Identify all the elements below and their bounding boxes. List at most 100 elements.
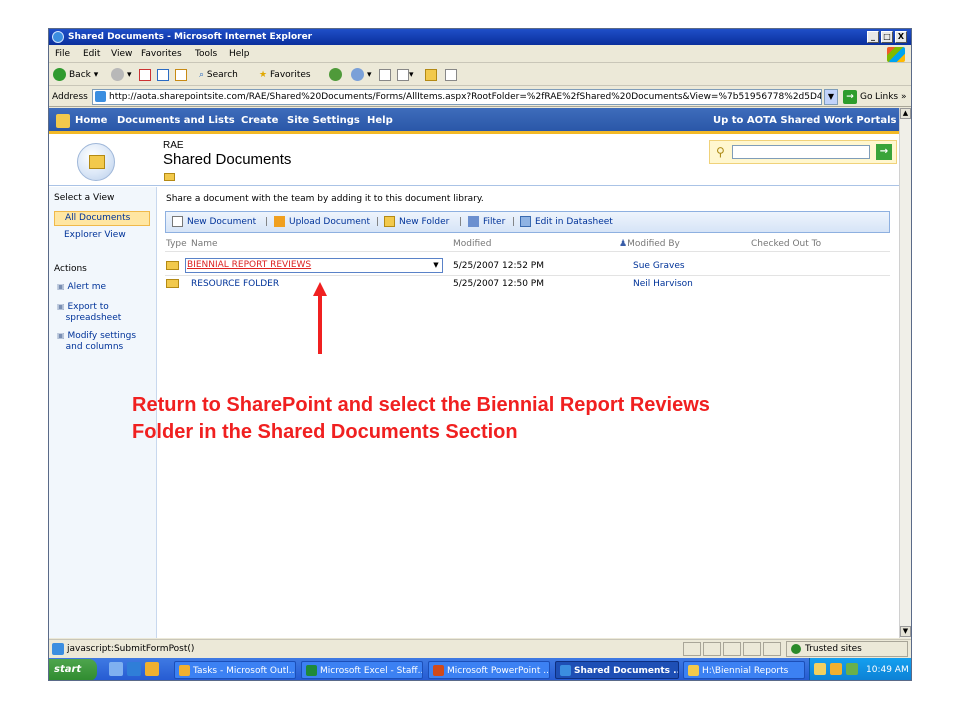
star-icon: ★ <box>259 70 268 80</box>
address-url: http://aota.sharepointsite.com/RAE/Share… <box>109 92 822 102</box>
folder-link-biennial-report-reviews[interactable]: BIENNIAL REPORT REVIEWS <box>187 260 311 271</box>
edit-in-datasheet-button[interactable]: Edit in Datasheet <box>520 212 613 232</box>
search-box: ⚲ → <box>709 140 897 164</box>
upload-document-button[interactable]: Upload Document <box>274 212 370 232</box>
folder-button[interactable] <box>425 64 437 86</box>
clock: 10:49 AM <box>866 665 909 675</box>
address-input[interactable]: http://aota.sharepointsite.com/RAE/Share… <box>92 89 822 105</box>
menu-help[interactable]: Help <box>229 46 250 63</box>
close-button[interactable]: X <box>895 31 907 43</box>
action-alert-me[interactable]: ▣ Alert me <box>57 281 106 293</box>
home-button[interactable] <box>175 64 187 86</box>
back-button[interactable]: Back ▾ <box>53 64 98 86</box>
task-powerpoint[interactable]: Microsoft PowerPoint ... <box>428 661 550 679</box>
search-label: Search <box>206 70 238 80</box>
task-folder[interactable]: H:\Biennial Reports <box>683 661 805 679</box>
folder-up-icon[interactable] <box>164 173 175 181</box>
nav-portal-link[interactable]: Up to AOTA Shared Work Portals <box>713 108 896 134</box>
quicklaunch-outlook-icon[interactable] <box>145 662 159 676</box>
links-button[interactable]: Links » <box>875 87 907 107</box>
menu-view[interactable]: View <box>111 46 132 63</box>
column-modified[interactable]: Modified <box>453 239 491 249</box>
mail-tray-icon[interactable] <box>814 663 826 675</box>
task-shared-documents[interactable]: Shared Documents ... <box>555 661 679 679</box>
ie-window: Shared Documents - Microsoft Internet Ex… <box>48 28 912 681</box>
nav-site-settings[interactable]: Site Settings <box>287 108 360 134</box>
action-modify-settings[interactable]: ▣ Modify settings and columns <box>57 330 136 353</box>
search-input[interactable] <box>732 145 870 159</box>
mail-button[interactable]: ▾ <box>351 64 372 86</box>
menu-file[interactable]: File <box>55 46 70 63</box>
document-library-icon <box>77 143 115 181</box>
edit-icon <box>397 68 409 81</box>
scroll-down-icon[interactable]: ▼ <box>900 626 911 637</box>
instruction-line-1: Return to SharePoint and select the Bien… <box>132 394 710 416</box>
vertical-scrollbar[interactable]: ▲ ▼ <box>899 108 911 638</box>
column-modified-by[interactable]: ♟Modified By <box>619 239 680 249</box>
top-navigation: Home Documents and Lists Create Site Set… <box>49 108 899 134</box>
outlook-icon <box>179 665 190 676</box>
scroll-up-icon[interactable]: ▲ <box>900 108 911 119</box>
row-modified-by[interactable]: Neil Harvison <box>633 279 693 289</box>
maximize-button[interactable]: □ <box>881 31 893 43</box>
menu-tools[interactable]: Tools <box>195 46 217 63</box>
new-document-button[interactable]: New Document <box>172 212 256 232</box>
start-button[interactable]: start <box>49 659 97 680</box>
folder-link-resource-folder[interactable]: RESOURCE FOLDER <box>191 279 279 289</box>
separator: | <box>376 217 380 227</box>
address-dropdown-button[interactable]: ▼ <box>824 89 838 105</box>
new-folder-button[interactable]: New Folder <box>384 212 449 232</box>
column-type[interactable]: Type <box>166 239 187 249</box>
check-icon <box>791 643 801 654</box>
magnifier-icon: ⌕ <box>199 70 205 80</box>
header-divider <box>165 251 890 252</box>
forward-arrow-icon <box>111 68 124 81</box>
sharepoint-home-icon <box>56 114 70 128</box>
edit-button[interactable]: ▾ <box>397 64 414 86</box>
quicklaunch-ie-icon[interactable] <box>127 662 141 676</box>
red-arrow-annotation <box>313 282 327 354</box>
task-excel[interactable]: Microsoft Excel - Staff... <box>301 661 423 679</box>
excel-icon <box>306 665 317 676</box>
task-outlook[interactable]: Tasks - Microsoft Outl... <box>174 661 296 679</box>
table-row-name-selected[interactable]: BIENNIAL REPORT REVIEWS ▼ <box>185 258 443 273</box>
browser-toolbar: Back ▾ ▾ ⌕ Search ★ Favorites ▾ ▾ <box>49 64 911 86</box>
view-explorer[interactable]: Explorer View <box>64 230 126 240</box>
refresh-button[interactable] <box>157 64 169 86</box>
status-pane <box>763 642 781 656</box>
outlook-tray-icon[interactable] <box>830 663 842 675</box>
view-all-documents[interactable]: All Documents <box>54 211 150 226</box>
quicklaunch-desktop-icon[interactable] <box>109 662 123 676</box>
nav-create[interactable]: Create <box>241 108 278 134</box>
research-button[interactable] <box>445 64 457 86</box>
stop-button[interactable] <box>139 64 151 86</box>
menu-favorites[interactable]: Favorites <box>141 46 182 63</box>
site-name[interactable]: RAE <box>163 140 184 151</box>
nav-home[interactable]: Home <box>75 108 107 134</box>
menu-edit[interactable]: Edit <box>83 46 100 63</box>
menu-bar: File Edit View Favorites Tools Help <box>49 46 911 63</box>
row-modified-by[interactable]: Sue Graves <box>633 261 685 271</box>
minimize-button[interactable]: _ <box>867 31 879 43</box>
links-label: Links <box>875 92 899 102</box>
go-button[interactable]: → Go <box>843 89 872 105</box>
nav-documents-and-lists[interactable]: Documents and Lists <box>117 108 235 134</box>
history-button[interactable] <box>329 64 345 86</box>
column-checked-out-to[interactable]: Checked Out To <box>751 239 821 249</box>
favorites-button[interactable]: ★ Favorites <box>259 64 311 86</box>
search-go-button[interactable]: → <box>876 144 892 160</box>
network-tray-icon[interactable] <box>846 663 858 675</box>
sharepoint-page: Home Documents and Lists Create Site Set… <box>49 108 899 638</box>
mail-icon <box>351 68 364 81</box>
column-name[interactable]: Name <box>191 239 218 249</box>
forward-button[interactable]: ▾ <box>111 64 132 86</box>
search-button[interactable]: ⌕ Search <box>199 64 238 86</box>
nav-help[interactable]: Help <box>367 108 393 134</box>
item-menu-dropdown-icon[interactable]: ▼ <box>431 260 441 271</box>
action-export[interactable]: ▣ Export to spreadsheet <box>57 301 121 324</box>
window-title: Shared Documents - Microsoft Internet Ex… <box>68 32 313 42</box>
filter-button[interactable]: Filter <box>468 212 505 232</box>
select-view-heading: Select a View <box>54 193 115 203</box>
print-button[interactable] <box>379 64 391 86</box>
page-icon <box>95 91 106 102</box>
